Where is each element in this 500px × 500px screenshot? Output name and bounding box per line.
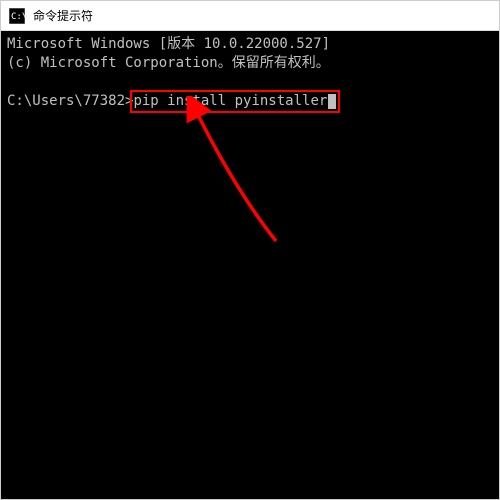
command-highlight: pip install pyinstaller xyxy=(133,92,336,111)
cursor xyxy=(328,94,336,109)
cmd-icon: C:\ xyxy=(9,8,25,24)
command-prompt-window: C:\ 命令提示符 Microsoft Windows [版本 10.0.220… xyxy=(0,0,500,500)
version-line: Microsoft Windows [版本 10.0.22000.527] xyxy=(7,35,493,54)
title-bar[interactable]: C:\ 命令提示符 xyxy=(1,1,499,31)
terminal-area[interactable]: Microsoft Windows [版本 10.0.22000.527] (c… xyxy=(1,31,499,499)
prompt-path: C:\Users\77382> xyxy=(7,92,133,111)
copyright-line: (c) Microsoft Corporation。保留所有权利。 xyxy=(7,54,493,73)
command-text: pip install pyinstaller xyxy=(133,93,327,109)
annotation-arrow xyxy=(166,96,306,256)
svg-text:C:\: C:\ xyxy=(11,12,25,22)
window-title: 命令提示符 xyxy=(33,7,93,24)
prompt-line: C:\Users\77382>pip install pyinstaller xyxy=(7,92,493,111)
blank-line xyxy=(7,73,493,92)
